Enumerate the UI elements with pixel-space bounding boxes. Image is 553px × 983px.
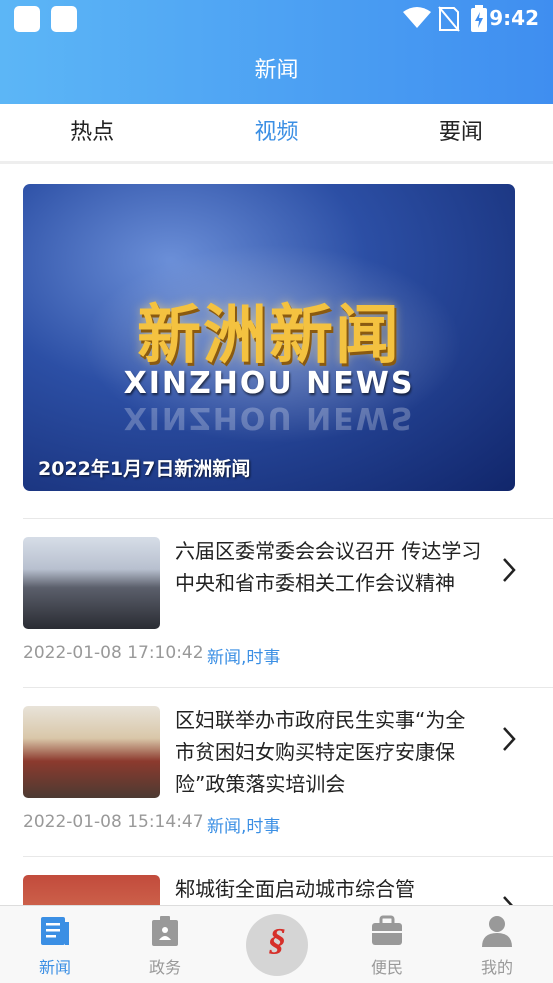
app-logo-icon: § [269, 924, 285, 959]
tab-video[interactable]: 视频 [184, 104, 368, 161]
chevron-right-icon [503, 727, 516, 751]
home-logo-button[interactable]: § [246, 914, 308, 976]
government-icon [152, 916, 178, 946]
news-title: 六届区委常委会会议召开 传达学习中央和省市委相关工作会议精神 [175, 539, 482, 595]
news-title: 邾城街全面启动城市综合管 [175, 877, 415, 901]
news-date: 2022-01-08 15:14:47 [23, 812, 204, 832]
news-date: 2022-01-08 17:10:42 [23, 643, 204, 663]
nav-news[interactable]: 新闻 [0, 906, 110, 983]
app-header: 9:42 新闻 [0, 0, 553, 104]
nav-profile[interactable]: 我的 [442, 906, 552, 983]
nav-label: 我的 [480, 958, 513, 977]
video-caption: 2022年1月7日新洲新闻 [38, 458, 251, 480]
chevron-right-icon [503, 558, 516, 582]
bottom-navigation: 新闻 政务 § 便民 我的 [0, 905, 553, 983]
tab-bar: 热点 视频 要闻 [0, 104, 553, 164]
page-title: 新闻 [254, 58, 299, 83]
news-list-item[interactable]: 区妇联举办市政府民生实事“为全市贫困妇女购买特定医疗安康保险”政策落实培训会 2… [23, 687, 553, 857]
news-category: 新闻,时事 [207, 817, 281, 837]
notification-icon [51, 6, 77, 32]
news-thumbnail [23, 706, 160, 798]
nav-services[interactable]: 便民 [332, 906, 442, 983]
wifi-icon [403, 7, 431, 28]
battery-charging-icon [471, 5, 487, 32]
video-logo-en: XINZHOU NEWS [123, 366, 415, 401]
nav-label: 新闻 [38, 958, 71, 977]
nav-label: 便民 [370, 958, 403, 977]
featured-video-card[interactable]: 新洲新闻 XINZHOU NEWS XINZHOU NEWS 2022年1月7日… [23, 184, 515, 491]
news-category: 新闻,时事 [207, 648, 281, 668]
news-list-item[interactable]: 六届区委常委会会议召开 传达学习中央和省市委相关工作会议精神 2022-01-0… [23, 518, 553, 688]
notification-icon [14, 6, 40, 32]
news-title: 区妇联举办市政府民生实事“为全市贫困妇女购买特定医疗安康保险”政策落实培训会 [175, 708, 466, 796]
status-bar: 9:42 [0, 0, 553, 38]
news-thumbnail [23, 875, 160, 906]
tab-headlines[interactable]: 要闻 [369, 104, 553, 161]
briefcase-icon [372, 915, 402, 945]
tab-hot[interactable]: 热点 [0, 104, 184, 161]
news-icon [41, 917, 69, 945]
nav-government[interactable]: 政务 [110, 906, 220, 983]
person-icon [482, 916, 512, 947]
clock: 9:42 [489, 6, 539, 30]
nav-label: 政务 [148, 958, 181, 977]
no-sim-icon [438, 6, 460, 32]
video-logo-cn: 新洲新闻 [137, 299, 401, 373]
news-list-item[interactable]: 邾城街全面启动城市综合管 [23, 856, 553, 906]
news-thumbnail [23, 537, 160, 629]
video-logo-reflection: XINZHOU NEWS [123, 400, 415, 435]
